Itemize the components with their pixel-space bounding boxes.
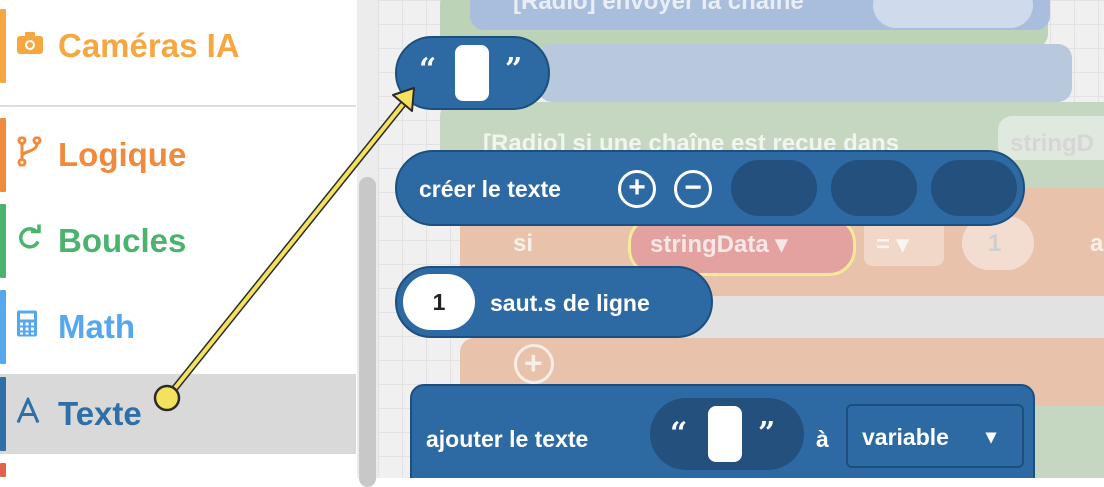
annotation-arrow [153,87,415,412]
